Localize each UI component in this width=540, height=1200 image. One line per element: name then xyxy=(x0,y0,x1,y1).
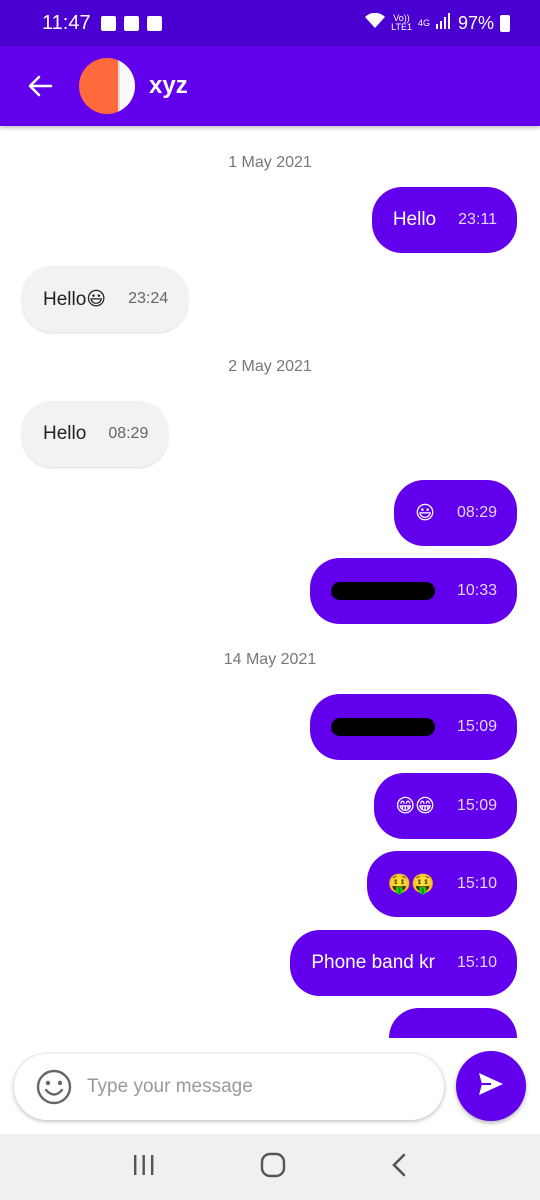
date-separator: 14 May 2021 xyxy=(223,651,317,668)
message-input[interactable] xyxy=(87,1076,427,1098)
network-volte: Vo)) LTE1 xyxy=(391,13,412,32)
message-time: 08:29 xyxy=(108,425,149,442)
avatar[interactable] xyxy=(79,58,135,114)
send-icon xyxy=(477,1071,505,1102)
message-text: Phone band kr xyxy=(311,952,435,973)
contact-name: xyz xyxy=(149,72,188,99)
message-time: 10:33 xyxy=(456,582,497,599)
message-text: Hello😃 xyxy=(43,288,107,310)
message-text: Hello xyxy=(43,423,87,444)
message-time: 15:09 xyxy=(456,718,497,735)
system-status: Vo)) LTE1 4G 97% xyxy=(365,12,510,34)
message-time: 15:10 xyxy=(456,875,497,892)
outgoing-message[interactable]: 😃 08:29 xyxy=(394,480,517,546)
status-bar: 11:47 Vo)) LTE1 4G 97% xyxy=(0,0,540,46)
wifi-icon xyxy=(365,12,386,34)
message-time: 15:09 xyxy=(456,797,497,814)
message-time: 23:11 xyxy=(458,211,497,228)
message-time: 15:10 xyxy=(456,954,497,971)
outgoing-message[interactable]: 🤑🤑 15:10 xyxy=(366,851,517,917)
signal-icon xyxy=(435,12,452,34)
arrow-left-icon[interactable] xyxy=(27,73,53,99)
date-separator: 2 May 2021 xyxy=(228,358,312,375)
message-time: 23:24 xyxy=(128,290,169,307)
message-text: 😁😁 xyxy=(395,795,435,817)
smiley-icon[interactable] xyxy=(35,1068,73,1106)
incoming-message[interactable]: Hello 08:29 xyxy=(22,401,169,467)
message-time: 08:29 xyxy=(456,504,497,521)
send-button[interactable] xyxy=(456,1051,526,1121)
composer xyxy=(0,1038,540,1134)
message-list[interactable]: 1 May 2021 Hello 23:11 Hello😃 23:24 2 May 202… xyxy=(0,126,540,1038)
back-nav-icon[interactable] xyxy=(390,1153,408,1182)
status-time: 11:47 xyxy=(42,11,91,34)
chat-header: xyz xyxy=(0,46,540,126)
notification-icons xyxy=(100,15,162,31)
outgoing-message[interactable]: 10:33 xyxy=(309,558,517,624)
outgoing-message[interactable]: Phone band kr 15:10 xyxy=(290,930,517,996)
battery-charging-icon xyxy=(500,14,510,32)
home-icon[interactable] xyxy=(260,1152,286,1183)
gallery-icon xyxy=(100,15,116,31)
recents-icon[interactable] xyxy=(132,1154,156,1181)
message-text: Hello xyxy=(392,209,437,230)
battery-level: 97% xyxy=(457,12,494,33)
outgoing-message[interactable]: 😁😁 15:09 xyxy=(374,773,517,839)
outgoing-message[interactable] xyxy=(389,1008,517,1038)
outgoing-message[interactable]: 15:09 xyxy=(309,694,517,760)
outgoing-message[interactable]: Hello 23:11 xyxy=(371,187,517,253)
message-text: 😃 xyxy=(415,502,435,524)
navigation-bar xyxy=(0,1134,540,1200)
network-type: 4G xyxy=(417,17,430,28)
message-field[interactable] xyxy=(14,1054,444,1120)
date-separator: 1 May 2021 xyxy=(228,154,312,171)
message-text: 🤑🤑 xyxy=(387,874,435,895)
redacted-text xyxy=(330,718,435,736)
app-icon xyxy=(146,15,162,31)
redacted-text xyxy=(330,582,435,600)
incoming-message[interactable]: Hello😃 23:24 xyxy=(22,266,189,332)
message-icon xyxy=(123,15,139,31)
